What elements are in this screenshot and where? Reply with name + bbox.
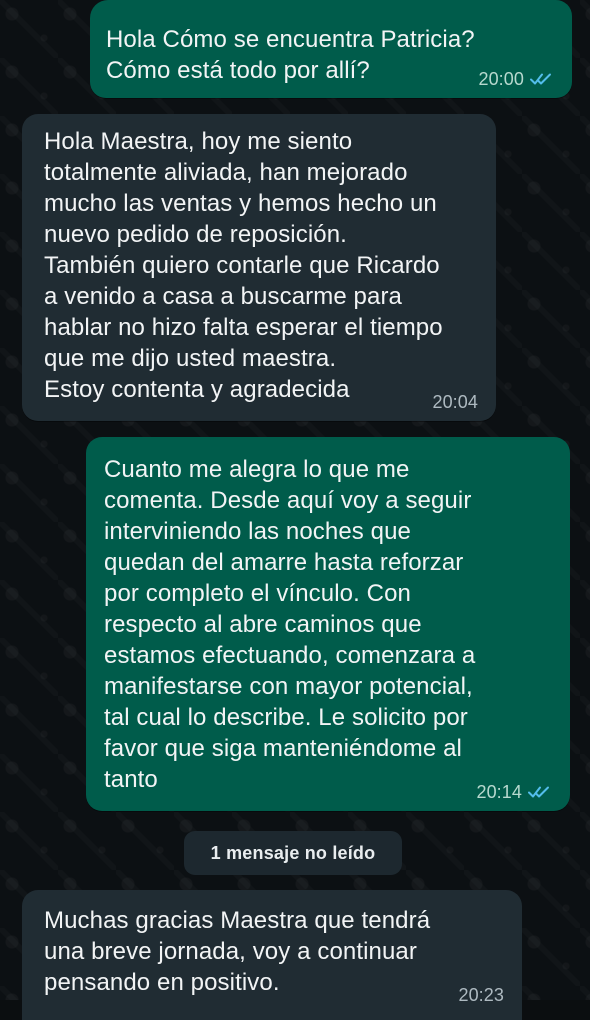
message-bubble-outgoing[interactable]: Hola Cómo se encuentra Patricia? Cómo es… [90,0,572,98]
chat-thread[interactable]: Hola Cómo se encuentra Patricia? Cómo es… [0,0,590,1020]
message-text: Cuanto me alegra lo que me comenta. Desd… [104,456,476,793]
message-text: Hola Cómo se encuentra Patricia? Cómo es… [106,26,475,84]
unread-messages-divider: 1 mensaje no leído [184,831,402,875]
message-text: Muchas gracias Maestra que tendrá una br… [44,907,431,996]
message-bubble-outgoing[interactable]: Cuanto me alegra lo que me comenta. Desd… [86,437,570,811]
message-text: Hola Maestra, hoy me siento totalmente a… [44,128,443,403]
message-bubble-incoming[interactable]: Hola Maestra, hoy me siento totalmente a… [22,114,496,421]
message-bubble-incoming[interactable]: Muchas gracias Maestra que tendrá una br… [22,890,522,1020]
